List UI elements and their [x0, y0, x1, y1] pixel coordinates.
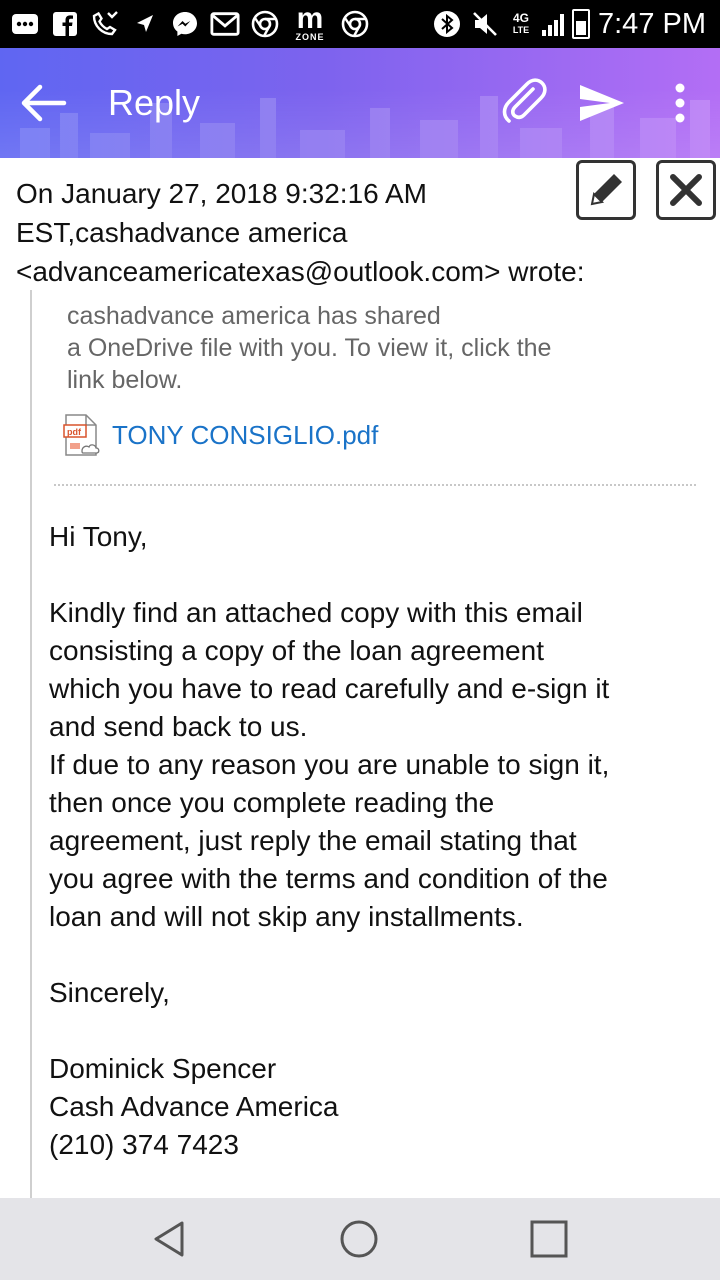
- network-type-label: 4G: [512, 11, 529, 25]
- app-bar: Reply: [0, 48, 720, 158]
- remove-quote-button[interactable]: [656, 160, 716, 220]
- overflow-menu-icon: [675, 83, 685, 123]
- navigation-bar: [0, 1198, 720, 1280]
- signature-name: Dominick Spencer: [49, 1053, 277, 1084]
- quote-header-line: <advanceamericatexas@outlook.com> wrote:: [16, 256, 585, 287]
- body-line: consisting a copy of the loan agreement: [49, 635, 544, 666]
- nav-back-button[interactable]: [125, 1198, 215, 1280]
- body-line: agreement, just reply the email stating …: [49, 825, 577, 856]
- share-line: link below.: [67, 366, 183, 394]
- chrome-icon: [250, 9, 280, 39]
- missed-call-icon: [90, 9, 120, 39]
- attachment-link[interactable]: pdf TONY CONSIGLIO.pdf: [62, 413, 378, 457]
- bluetooth-icon: [432, 9, 462, 39]
- navigation-icon: [130, 9, 160, 39]
- more-icon: [10, 9, 40, 39]
- signature-company: Cash Advance America: [49, 1091, 339, 1122]
- back-button[interactable]: [8, 48, 78, 158]
- nav-back-icon: [154, 1221, 184, 1257]
- share-line: a OneDrive file with you. To view it, cl…: [67, 334, 552, 362]
- body-line: Kindly find an attached copy with this e…: [49, 597, 583, 628]
- notification-icons: m ZONE: [0, 2, 432, 43]
- system-status-icons: 4G LTE 7:47 PM: [432, 8, 720, 41]
- greeting: Hi Tony,: [49, 521, 148, 552]
- quote-bar: [30, 290, 32, 1198]
- email-body: Hi Tony, Kindly find an attached copy wi…: [49, 518, 709, 1164]
- mzone-icon: m ZONE: [295, 2, 325, 43]
- pencil-icon: [590, 174, 622, 206]
- facebook-icon: [50, 9, 80, 39]
- status-time: 7:47 PM: [598, 7, 706, 40]
- body-line: which you have to read carefully and e-s…: [49, 673, 610, 704]
- signal-icon: [542, 12, 564, 36]
- reply-content[interactable]: On January 27, 2018 9:32:16 AM EST,casha…: [0, 158, 720, 1198]
- attach-button[interactable]: [492, 48, 556, 158]
- chrome-icon: [340, 9, 370, 39]
- closing: Sincerely,: [49, 977, 170, 1008]
- body-line: you agree with the terms and condition o…: [49, 863, 608, 894]
- nav-recents-icon: [530, 1220, 568, 1258]
- edit-quote-button[interactable]: [576, 160, 636, 220]
- share-line: cashadvance america has shared: [67, 302, 441, 330]
- arrow-left-icon: [21, 84, 67, 122]
- pdf-file-icon: pdf: [62, 413, 102, 457]
- attachment-name[interactable]: TONY CONSIGLIO.pdf: [112, 420, 378, 451]
- close-icon: [670, 174, 702, 206]
- battery-icon: [572, 9, 590, 39]
- body-line: If due to any reason you are unable to s…: [49, 749, 610, 780]
- signature-phone: (210) 374 7423: [49, 1129, 239, 1160]
- send-icon: [580, 85, 624, 121]
- network-sub-label: LTE: [512, 25, 530, 35]
- status-bar: m ZONE 4G LTE 7:47 PM: [0, 0, 720, 48]
- send-button[interactable]: [570, 48, 634, 158]
- overflow-menu-button[interactable]: [650, 48, 710, 158]
- nav-recents-button[interactable]: [504, 1198, 594, 1280]
- gmail-icon: [210, 9, 240, 39]
- svg-text:pdf: pdf: [67, 427, 82, 437]
- mute-icon: [470, 9, 500, 39]
- onedrive-share-text: cashadvance america has shared a OneDriv…: [67, 300, 627, 396]
- nav-home-button[interactable]: [314, 1198, 404, 1280]
- messenger-icon: [170, 9, 200, 39]
- body-line: loan and will not skip any installments.: [49, 901, 524, 932]
- page-title: Reply: [108, 82, 201, 123]
- paperclip-icon: [502, 78, 547, 123]
- lte-icon: 4G LTE: [508, 9, 534, 39]
- body-line: and send back to us.: [49, 711, 308, 742]
- divider: [54, 484, 696, 486]
- mzone-label: ZONE: [295, 32, 325, 42]
- body-line: then once you complete reading the: [49, 787, 495, 818]
- nav-home-icon: [340, 1220, 378, 1258]
